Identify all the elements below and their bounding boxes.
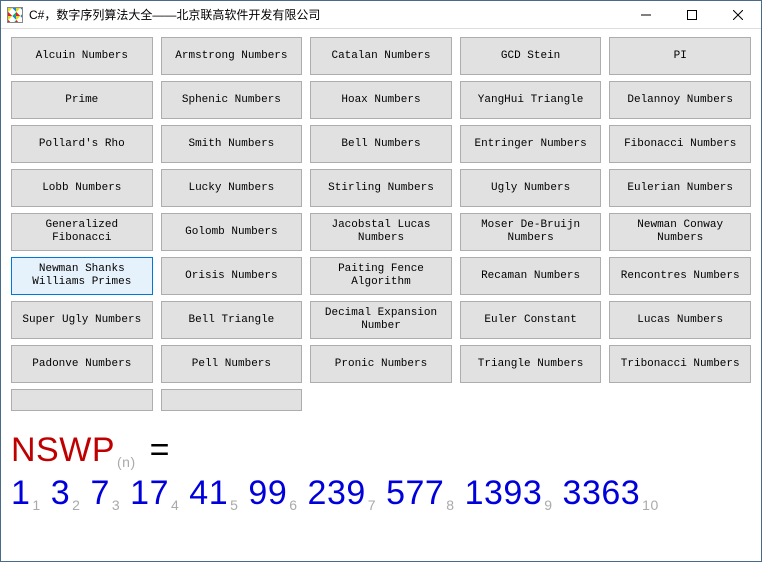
- blank-button[interactable]: [161, 389, 303, 411]
- algo-button[interactable]: PI: [609, 37, 751, 75]
- close-button[interactable]: [715, 1, 761, 28]
- equals-sign: =: [140, 431, 170, 469]
- sequence-output: NSWP(n) = 113273174415996239757781393933…: [11, 429, 751, 514]
- sequence-term: 99: [248, 474, 287, 512]
- sequence-index: 2: [72, 497, 80, 513]
- minimize-icon: [641, 10, 651, 20]
- algo-button[interactable]: Moser De-Bruijn Numbers: [460, 213, 602, 251]
- sequence-term: 3: [51, 474, 70, 512]
- algo-button[interactable]: Eulerian Numbers: [609, 169, 751, 207]
- sequence-term: 1393: [465, 474, 543, 512]
- sequence-index: 3: [112, 497, 120, 513]
- sequence-index: 7: [368, 497, 376, 513]
- algo-button[interactable]: Orisis Numbers: [161, 257, 303, 295]
- blank-button[interactable]: [11, 389, 153, 411]
- algo-button[interactable]: Lucas Numbers: [609, 301, 751, 339]
- content-area: Alcuin NumbersArmstrong NumbersCatalan N…: [1, 29, 761, 561]
- app-window: C#，数字序列算法大全——北京联高软件开发有限公司 Alcuin Numbers…: [0, 0, 762, 562]
- algo-button[interactable]: GCD Stein: [460, 37, 602, 75]
- algo-button[interactable]: Sphenic Numbers: [161, 81, 303, 119]
- maximize-button[interactable]: [669, 1, 715, 28]
- window-controls: [623, 1, 761, 28]
- algo-button[interactable]: Prime: [11, 81, 153, 119]
- sequence-name: NSWP: [11, 431, 115, 469]
- sequence-index: 5: [230, 497, 238, 513]
- titlebar: C#，数字序列算法大全——北京联高软件开发有限公司: [1, 1, 761, 29]
- window-title: C#，数字序列算法大全——北京联高软件开发有限公司: [29, 6, 623, 23]
- sequence-index: 8: [446, 497, 454, 513]
- algo-button[interactable]: Smith Numbers: [161, 125, 303, 163]
- algo-button[interactable]: Newman Shanks Williams Primes: [11, 257, 153, 295]
- algo-button[interactable]: Bell Numbers: [310, 125, 452, 163]
- sequence-index: 6: [289, 497, 297, 513]
- algo-button[interactable]: Delannoy Numbers: [609, 81, 751, 119]
- algo-button[interactable]: Entringer Numbers: [460, 125, 602, 163]
- maximize-icon: [687, 10, 697, 20]
- algo-button[interactable]: Hoax Numbers: [310, 81, 452, 119]
- algo-button[interactable]: Ugly Numbers: [460, 169, 602, 207]
- algo-button[interactable]: Pronic Numbers: [310, 345, 452, 383]
- sequence-index: 4: [171, 497, 179, 513]
- algo-button[interactable]: Padonve Numbers: [11, 345, 153, 383]
- algo-button[interactable]: Armstrong Numbers: [161, 37, 303, 75]
- algo-button[interactable]: Lobb Numbers: [11, 169, 153, 207]
- algo-button[interactable]: Catalan Numbers: [310, 37, 452, 75]
- algo-button[interactable]: Golomb Numbers: [161, 213, 303, 251]
- minimize-button[interactable]: [623, 1, 669, 28]
- sequence-index: 9: [544, 497, 552, 513]
- algo-button[interactable]: Rencontres Numbers: [609, 257, 751, 295]
- extra-row: [11, 389, 751, 411]
- sequence-term: 1: [11, 474, 30, 512]
- algo-button[interactable]: Lucky Numbers: [161, 169, 303, 207]
- algo-button[interactable]: Stirling Numbers: [310, 169, 452, 207]
- algo-button[interactable]: Bell Triangle: [161, 301, 303, 339]
- algo-button[interactable]: Pell Numbers: [161, 345, 303, 383]
- algo-button[interactable]: Alcuin Numbers: [11, 37, 153, 75]
- algo-button[interactable]: Euler Constant: [460, 301, 602, 339]
- sequence-term: 3363: [563, 474, 641, 512]
- algo-button[interactable]: Pollard's Rho: [11, 125, 153, 163]
- sequence-subscript: (n): [117, 454, 136, 470]
- algo-button[interactable]: Recaman Numbers: [460, 257, 602, 295]
- algo-button[interactable]: YangHui Triangle: [460, 81, 602, 119]
- algo-button[interactable]: Decimal Expansion Number: [310, 301, 452, 339]
- sequence-term: 7: [90, 474, 109, 512]
- sequence-term: 17: [130, 474, 169, 512]
- app-icon: [7, 7, 23, 23]
- sequence-term: 41: [189, 474, 228, 512]
- algorithm-grid: Alcuin NumbersArmstrong NumbersCatalan N…: [11, 37, 751, 383]
- sequence-index: 10: [642, 497, 659, 513]
- algo-button[interactable]: Triangle Numbers: [460, 345, 602, 383]
- algo-button[interactable]: Tribonacci Numbers: [609, 345, 751, 383]
- sequence-index: 1: [32, 497, 40, 513]
- algo-button[interactable]: Jacobstal Lucas Numbers: [310, 213, 452, 251]
- algo-button[interactable]: Super Ugly Numbers: [11, 301, 153, 339]
- algo-button[interactable]: Fibonacci Numbers: [609, 125, 751, 163]
- sequence-term: 239: [308, 474, 366, 512]
- algo-button[interactable]: Paiting Fence Algorithm: [310, 257, 452, 295]
- algo-button[interactable]: Newman Conway Numbers: [609, 213, 751, 251]
- close-icon: [733, 10, 743, 20]
- algo-button[interactable]: Generalized Fibonacci: [11, 213, 153, 251]
- sequence-term: 577: [386, 474, 444, 512]
